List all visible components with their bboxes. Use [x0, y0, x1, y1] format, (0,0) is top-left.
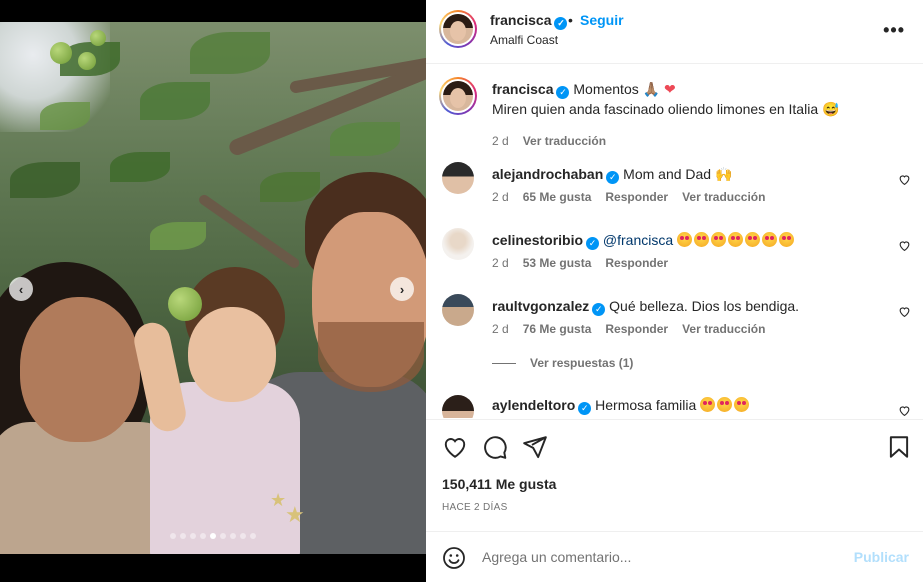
- emoji-icon: [762, 232, 778, 247]
- emoji-icon: [677, 232, 693, 247]
- avatar[interactable]: [442, 162, 474, 194]
- comment-text: Qué belleza. Dios los bendiga.: [609, 298, 800, 314]
- chevron-left-icon: ‹: [18, 281, 24, 297]
- share-paper-plane-icon[interactable]: [522, 434, 548, 460]
- verified-badge-icon: ✓: [556, 85, 570, 99]
- post-media: ★ ★ ‹ ›: [0, 0, 426, 582]
- comment-input[interactable]: [482, 546, 822, 568]
- post-header: francisca ✓ • Seguir Amalfi Coast •••: [426, 0, 923, 64]
- smiling-hearts-emoji-row: [700, 397, 751, 413]
- carousel-indicator: [0, 533, 426, 539]
- carousel-dot: [190, 533, 196, 539]
- verified-badge-icon: ✓: [554, 17, 568, 30]
- emoji-icon: [728, 232, 744, 247]
- carousel-dot: [170, 533, 176, 539]
- avatar[interactable]: [442, 395, 474, 418]
- comment-username[interactable]: alejandrochaban: [492, 166, 603, 182]
- post-side-panel: francisca ✓ • Seguir Amalfi Coast ••• fra…: [426, 0, 923, 582]
- carousel-dot: [220, 533, 226, 539]
- comment-username[interactable]: raultvgonzalez: [492, 298, 589, 314]
- follow-button[interactable]: Seguir: [580, 12, 624, 28]
- carousel-next-button[interactable]: ›: [390, 277, 414, 301]
- chevron-right-icon: ›: [399, 281, 405, 297]
- translate-button[interactable]: Ver traducción: [682, 322, 765, 336]
- comment-likes[interactable]: 53 Me gusta: [523, 256, 592, 270]
- separator: •: [568, 12, 573, 28]
- caption-line1: Momentos 🙏🏽: [573, 81, 661, 97]
- post-comment-button[interactable]: Publicar: [854, 549, 909, 565]
- comment-time: 2 d: [492, 256, 509, 270]
- carousel-dot: [180, 533, 186, 539]
- comment-likes[interactable]: 76 Me gusta: [523, 322, 592, 336]
- like-comment-heart-icon[interactable]: [898, 404, 911, 417]
- like-comment-heart-icon[interactable]: [898, 305, 911, 318]
- verified-badge-icon: ✓: [586, 236, 600, 250]
- post-username[interactable]: francisca ✓: [490, 12, 568, 30]
- comment-time: 2 d: [492, 322, 509, 336]
- carousel-dot: [250, 533, 256, 539]
- reply-button[interactable]: Responder: [605, 322, 668, 336]
- likes-count[interactable]: 150,411 Me gusta: [442, 476, 556, 492]
- post-location[interactable]: Amalfi Coast: [490, 33, 558, 47]
- verified-badge-icon: ✓: [592, 302, 606, 316]
- red-heart-icon: ❤: [663, 81, 676, 97]
- translate-button[interactable]: Ver traducción: [523, 134, 606, 148]
- comment-likes[interactable]: 65 Me gusta: [523, 190, 592, 204]
- verified-badge-icon: ✓: [578, 401, 592, 415]
- carousel-prev-button[interactable]: ‹: [9, 277, 33, 301]
- caption-time: 2 d: [492, 134, 509, 148]
- avatar[interactable]: [439, 77, 477, 115]
- more-options-icon[interactable]: •••: [883, 20, 905, 41]
- like-heart-icon[interactable]: [442, 434, 468, 460]
- mention-link[interactable]: @francisca: [603, 232, 673, 248]
- comment-text: Hermosa familia: [595, 397, 697, 413]
- post-modal: ★ ★ ‹ › francisca ✓ • Seguir Amalfi Coast…: [0, 0, 923, 582]
- avatar[interactable]: [442, 294, 474, 326]
- comment-username[interactable]: aylendeltoro: [492, 397, 575, 413]
- emoji-icon: [717, 397, 733, 412]
- like-comment-heart-icon[interactable]: [898, 239, 911, 252]
- comment-time: 2 d: [492, 190, 509, 204]
- add-comment-bar: Publicar: [426, 531, 923, 582]
- emoji-icon: [694, 232, 710, 247]
- emoji-icon: [711, 232, 727, 247]
- like-comment-heart-icon[interactable]: [898, 173, 911, 186]
- reply-button[interactable]: Responder: [605, 256, 668, 270]
- reply-button[interactable]: Responder: [605, 190, 668, 204]
- comment-bubble-icon[interactable]: [482, 434, 508, 460]
- emoji-icon: [734, 397, 750, 412]
- comment-text: Mom and Dad 🙌: [623, 166, 733, 182]
- view-replies-button[interactable]: Ver respuestas (1): [492, 356, 633, 370]
- post-photo: ★ ★: [0, 22, 426, 554]
- verified-badge-icon: ✓: [606, 170, 620, 184]
- translate-button[interactable]: Ver traducción: [682, 190, 765, 204]
- carousel-dot: [230, 533, 236, 539]
- post-date[interactable]: HACE 2 DÍAS: [442, 502, 508, 513]
- heart-eyes-emoji-row: [677, 232, 796, 248]
- comments-list[interactable]: francisca ✓ Momentos 🙏🏽 ❤ Miren quien and…: [426, 65, 923, 418]
- emoji-icon: [779, 232, 795, 247]
- post-actions: 150,411 Me gusta HACE 2 DÍAS: [426, 419, 923, 531]
- comment-username[interactable]: celinestoribio: [492, 232, 583, 248]
- emoji-icon: [745, 232, 761, 247]
- carousel-dot: [200, 533, 206, 539]
- emoji-icon: [700, 397, 716, 412]
- emoji-smile-icon[interactable]: [442, 546, 466, 570]
- caption-line2: Miren quien anda fascinado oliendo limon…: [492, 101, 840, 117]
- avatar[interactable]: [442, 228, 474, 260]
- caption-username[interactable]: francisca: [492, 81, 553, 97]
- avatar[interactable]: [439, 10, 477, 48]
- carousel-dot: [210, 533, 216, 539]
- save-bookmark-icon[interactable]: [886, 434, 912, 460]
- carousel-dot: [240, 533, 246, 539]
